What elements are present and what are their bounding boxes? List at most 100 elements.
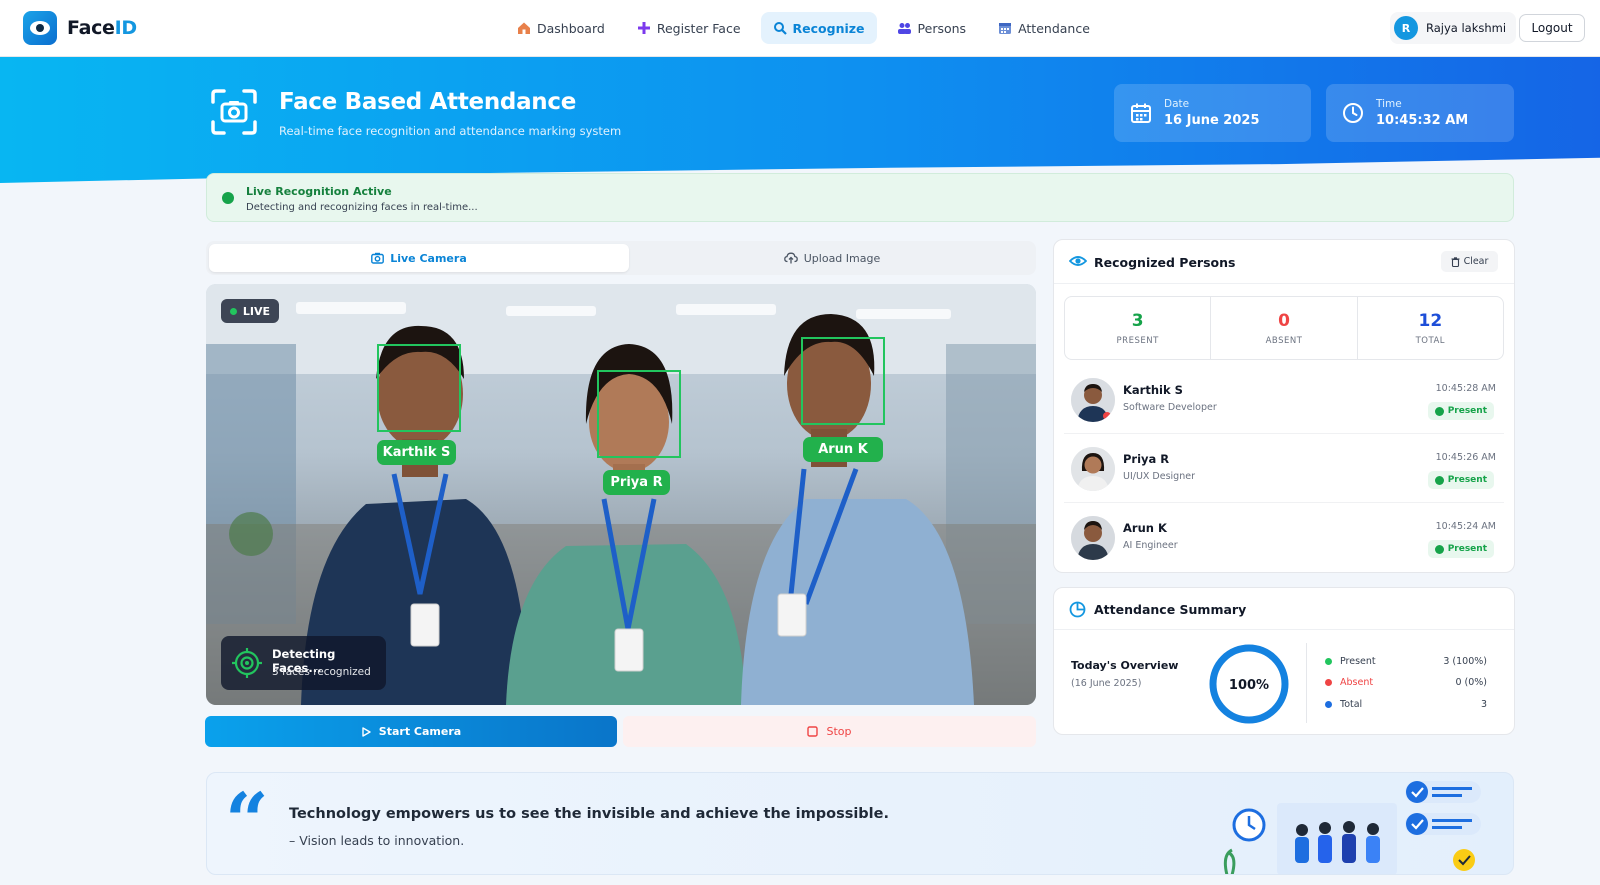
- legend-dot: [1325, 701, 1332, 708]
- attendance-summary-title: Attendance Summary: [1094, 602, 1247, 617]
- quote-banner: “ Technology empowers us to see the invi…: [206, 772, 1514, 875]
- start-camera-button[interactable]: Start Camera: [205, 716, 617, 747]
- time-label: Time: [1376, 98, 1402, 110]
- stat-present-label: PRESENT: [1116, 335, 1159, 346]
- tab-upload-image[interactable]: Upload Image: [631, 244, 1033, 272]
- status-badge-label: Present: [1447, 406, 1487, 416]
- clock-icon: [1343, 103, 1363, 123]
- stat-total: 12 TOTAL: [1358, 297, 1503, 359]
- brand-name: FaceID: [67, 17, 137, 39]
- status-badge: Present: [1427, 402, 1494, 420]
- time-value: 10:45:32 AM: [1376, 113, 1469, 128]
- attendance-donut-chart: 100%: [1209, 644, 1289, 724]
- person-name: Karthik S: [1123, 383, 1183, 397]
- live-dot: [229, 307, 237, 315]
- camera-icon: [371, 252, 385, 264]
- page-title: Face Based Attendance: [279, 89, 576, 115]
- home-icon: [518, 22, 530, 34]
- calendar-icon: [1131, 103, 1151, 123]
- panel-divider: [1054, 629, 1514, 630]
- main-nav: Dashboard Register Face Recognize Person…: [505, 12, 1102, 44]
- logout-button[interactable]: Logout: [1519, 14, 1585, 42]
- face-detection-box: [801, 337, 885, 425]
- face-label: Priya R: [603, 470, 670, 495]
- face-detection-box: [377, 344, 461, 432]
- person-time: 10:45:26 AM: [1435, 452, 1496, 463]
- quote-text: Technology empowers us to see the invisi…: [289, 806, 889, 822]
- nav-register-face[interactable]: Register Face: [625, 12, 753, 44]
- legend-value: 0 (0%): [1455, 677, 1487, 688]
- person-role: UI/UX Designer: [1123, 471, 1195, 482]
- status-badge: Present: [1427, 471, 1494, 489]
- person-name: Arun K: [1123, 521, 1167, 535]
- tab-live-camera-label: Live Camera: [390, 251, 467, 265]
- team-illustration: [1223, 781, 1481, 874]
- panel-divider: [1054, 283, 1514, 284]
- list-item[interactable]: Arun K AI Engineer 10:45:24 AM Present: [1064, 504, 1504, 572]
- nav-attendance[interactable]: Attendance: [986, 12, 1102, 44]
- camera-scan-icon: [211, 89, 257, 135]
- attendance-stats: 3 PRESENT 0 ABSENT 12 TOTAL: [1064, 296, 1504, 360]
- status-subtitle: Detecting and recognizing faces in real-…: [246, 202, 478, 213]
- check-circle-icon: [1434, 544, 1444, 554]
- list-item[interactable]: Priya R UI/UX Designer 10:45:26 AM Prese…: [1064, 435, 1504, 503]
- check-circle-icon: [1434, 475, 1444, 485]
- pie-chart-icon: [1069, 601, 1086, 618]
- list-item[interactable]: Karthik S Software Developer 10:45:28 AM…: [1064, 366, 1504, 434]
- date-card: Date 16 June 2025: [1114, 84, 1311, 142]
- clear-button[interactable]: Clear: [1441, 251, 1498, 272]
- person-name: Priya R: [1123, 452, 1170, 466]
- stat-present: 3 PRESENT: [1065, 297, 1212, 359]
- stop-icon: [807, 726, 819, 737]
- stat-present-value: 3: [1131, 310, 1144, 331]
- legend-label: Absent: [1340, 677, 1374, 688]
- user-menu[interactable]: R Rajya lakshmi: [1390, 12, 1517, 44]
- face-label: Karthik S: [377, 440, 456, 465]
- live-badge: LIVE: [221, 299, 279, 323]
- nav-persons[interactable]: Persons: [885, 12, 979, 44]
- person-time: 10:45:28 AM: [1435, 383, 1496, 394]
- stat-absent: 0 ABSENT: [1211, 297, 1358, 359]
- legend-present: Present 3 (100%): [1325, 656, 1487, 667]
- calendar-icon: [999, 23, 1012, 34]
- date-label: Date: [1164, 98, 1190, 110]
- overview-date: (16 June 2025): [1071, 678, 1142, 689]
- nav-recognize[interactable]: Recognize: [760, 12, 877, 44]
- quote-mark-icon: “: [225, 776, 269, 865]
- legend-label: Present: [1340, 656, 1376, 667]
- summary-divider: [1306, 643, 1307, 723]
- legend-total: Total 3: [1325, 699, 1487, 710]
- face-detection-box: [597, 370, 681, 458]
- search-icon: [773, 22, 787, 35]
- tab-live-camera[interactable]: Live Camera: [209, 244, 629, 272]
- avatar: [1071, 447, 1115, 491]
- play-icon: [362, 726, 371, 737]
- stop-button[interactable]: Stop: [623, 716, 1036, 747]
- status-badge: Present: [1427, 540, 1494, 558]
- avatar: [1071, 378, 1115, 422]
- legend-label: Total: [1340, 699, 1363, 710]
- stat-absent-label: ABSENT: [1265, 335, 1303, 346]
- nav-dashboard[interactable]: Dashboard: [505, 12, 617, 44]
- detection-count: 3 faces recognized: [272, 666, 371, 678]
- legend-dot: [1325, 658, 1332, 665]
- legend-dot: [1325, 679, 1332, 686]
- legend-value: 3: [1480, 699, 1487, 710]
- recognition-status-banner: Live Recognition Active Detecting and re…: [206, 173, 1514, 222]
- check-circle-icon: [1434, 406, 1444, 416]
- live-label: LIVE: [242, 304, 271, 318]
- todays-overview-label: Today's Overview: [1071, 659, 1179, 672]
- quote-author: – Vision leads to innovation.: [289, 833, 465, 848]
- brand[interactable]: FaceID: [23, 11, 137, 45]
- person-role: AI Engineer: [1123, 540, 1178, 551]
- target-icon: [232, 648, 262, 678]
- face-label: Arun K: [803, 437, 883, 462]
- stat-absent-value: 0: [1278, 310, 1290, 331]
- avatar: [1071, 516, 1115, 560]
- top-navigation-bar: FaceID Dashboard Register Face Recognize…: [0, 0, 1600, 57]
- time-card: Time 10:45:32 AM: [1326, 84, 1514, 142]
- recognized-persons-title: Recognized Persons: [1094, 255, 1236, 270]
- date-value: 16 June 2025: [1164, 113, 1260, 128]
- person-role: Software Developer: [1123, 402, 1217, 413]
- donut-percent-label: 100%: [1229, 678, 1269, 693]
